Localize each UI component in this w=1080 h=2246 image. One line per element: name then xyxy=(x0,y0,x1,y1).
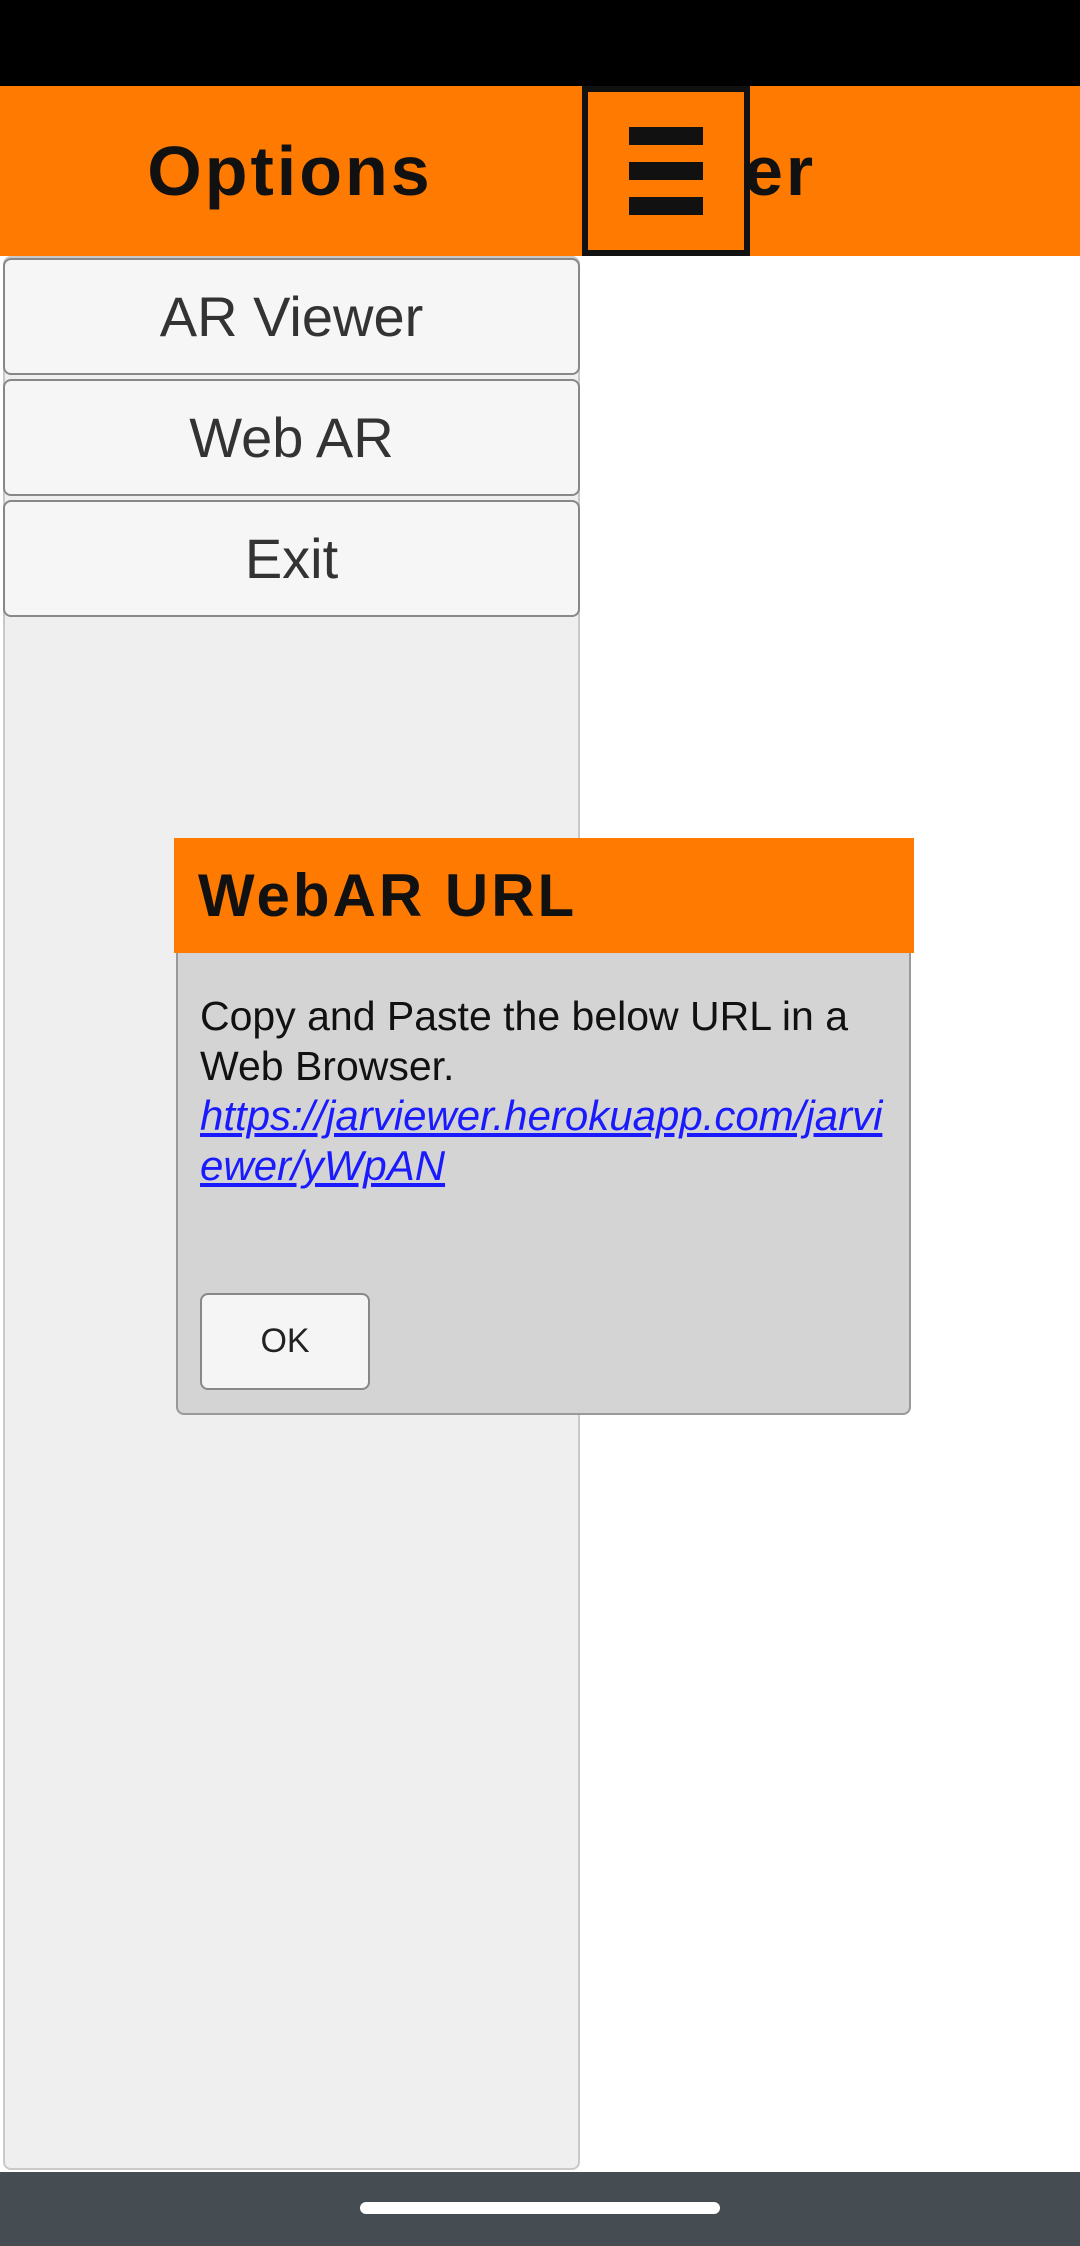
sidebar-item-exit[interactable]: Exit xyxy=(3,500,580,617)
status-bar xyxy=(0,0,1080,86)
sidebar-item-ar-viewer[interactable]: AR Viewer xyxy=(3,258,580,375)
sidebar-item-web-ar[interactable]: Web AR xyxy=(3,379,580,496)
ok-button[interactable]: OK xyxy=(200,1293,370,1390)
home-indicator[interactable] xyxy=(360,2202,720,2214)
sidebar-title: Options xyxy=(147,132,433,210)
hamburger-icon xyxy=(629,127,703,215)
dialog-message: Copy and Paste the below URL in a Web Br… xyxy=(200,993,849,1089)
dialog-title: WebAR URL xyxy=(174,838,914,953)
dialog-body: Copy and Paste the below URL in a Web Br… xyxy=(176,953,911,1253)
webar-url-link[interactable]: https://jarviewer.herokuapp.com/jarviewe… xyxy=(200,1091,889,1191)
header-title: er xyxy=(744,132,817,210)
menu-toggle-button[interactable] xyxy=(582,86,750,256)
